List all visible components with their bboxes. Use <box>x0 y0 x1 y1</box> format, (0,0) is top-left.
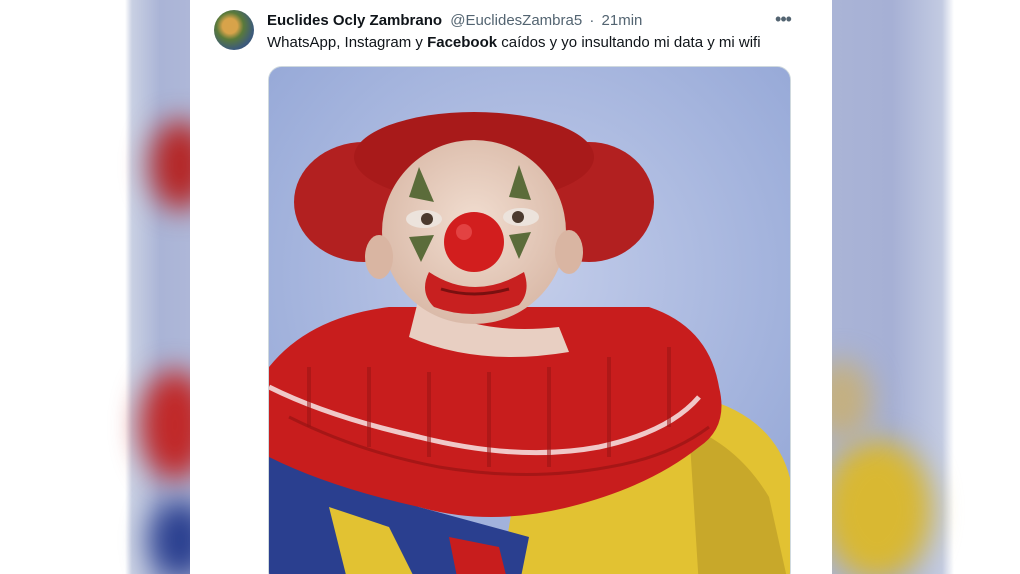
author-name[interactable]: Euclides Ocly Zambrano <box>267 12 442 29</box>
tweet-card[interactable]: Euclides Ocly Zambrano @EuclidesZambra5 … <box>190 0 832 574</box>
tweet-time[interactable]: 21min <box>602 12 643 29</box>
tweet-media[interactable] <box>268 66 791 574</box>
avatar[interactable] <box>214 10 254 50</box>
clown-portrait-image <box>269 67 790 574</box>
more-options-icon[interactable]: ••• <box>771 8 795 32</box>
author-handle[interactable]: @EuclidesZambra5 <box>450 12 582 29</box>
tweet-header: Euclides Ocly Zambrano @EuclidesZambra5 … <box>267 11 787 31</box>
tweet-text-start: WhatsApp, Instagram y <box>267 34 428 51</box>
blurred-backdrop-left <box>0 0 190 574</box>
blurred-backdrop-right <box>832 0 1020 574</box>
tweet-text-end: caídos y yo insultando mi data y mi wifi <box>497 34 761 51</box>
tweet-text-bold: Facebook <box>427 34 498 51</box>
header-separator: · <box>589 12 595 29</box>
tweet-text: WhatsApp, Instagram y Facebook caídos y … <box>267 33 807 53</box>
